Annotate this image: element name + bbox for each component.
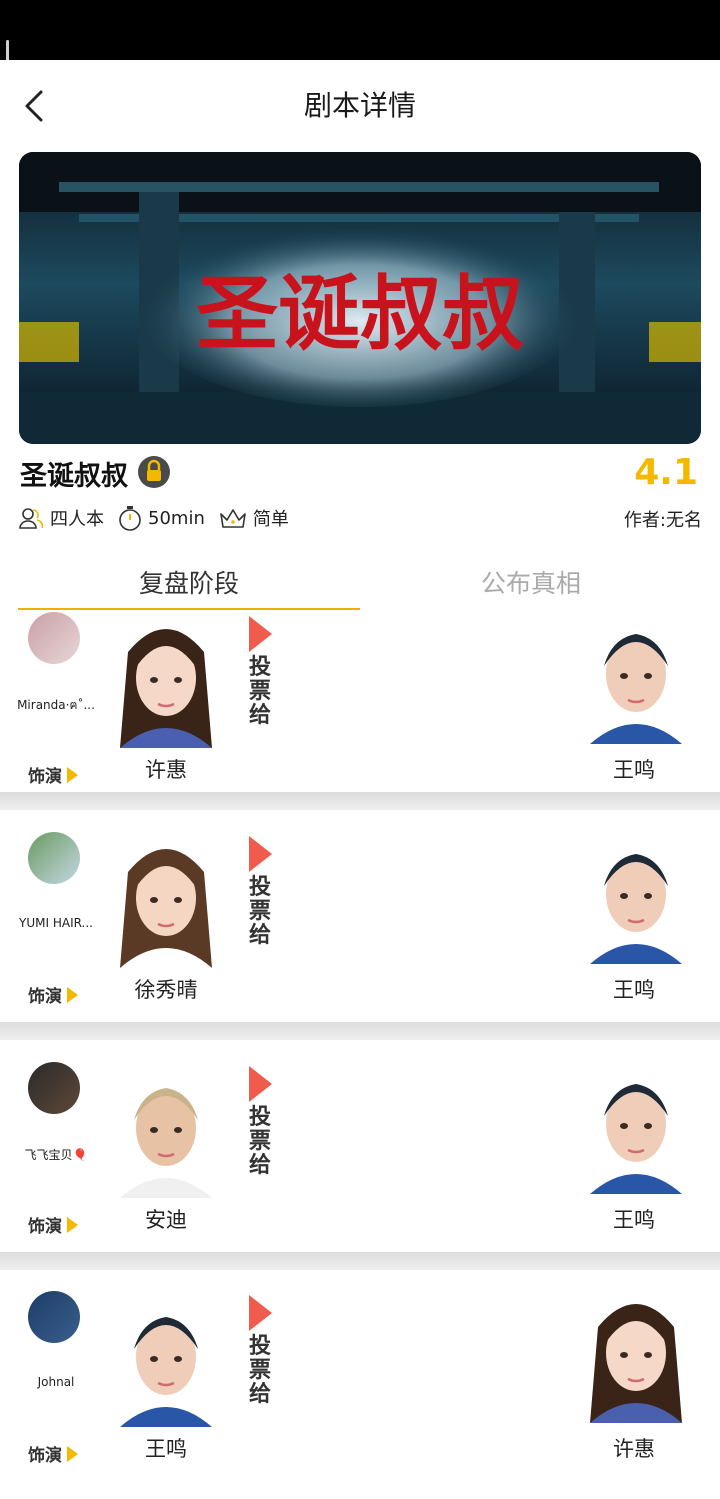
voted-character-image: [590, 1304, 682, 1423]
voted-character-portrait[interactable]: [564, 828, 704, 964]
plays-label: 饰演: [28, 982, 78, 1007]
duration-info: 50min: [118, 505, 205, 531]
vote-arrow-icon: [249, 616, 272, 652]
players-info: 四人本: [18, 505, 104, 531]
character-portrait[interactable]: [94, 612, 238, 748]
header: 剧本详情: [0, 60, 720, 150]
card-divider: [0, 792, 720, 810]
character-portrait-image: [120, 849, 212, 968]
rating: 4.1: [634, 452, 698, 493]
author: 作者:无名: [623, 510, 702, 531]
plays-text: 饰演: [28, 1217, 62, 1237]
duration-label: 50min: [148, 507, 205, 529]
character-portrait[interactable]: [94, 832, 238, 968]
plays-text: 饰演: [28, 767, 62, 787]
tab-active-indicator: [18, 608, 360, 610]
voted-character-portrait[interactable]: [564, 1058, 704, 1194]
plays-label: 饰演: [28, 1212, 78, 1237]
vote-to-label: 投票给: [248, 655, 271, 728]
character-portrait[interactable]: [94, 1291, 238, 1427]
vote-to-label: 投票给: [248, 1334, 271, 1407]
play-arrow-icon: [67, 1445, 78, 1462]
vote-to-label: 投票给: [248, 1105, 271, 1178]
character-portrait-image: [120, 629, 212, 748]
plays-text: 饰演: [28, 1446, 62, 1466]
crown-icon: [220, 509, 246, 528]
character-portrait-image: [120, 1088, 212, 1198]
character-name: 安迪: [145, 1208, 187, 1232]
character-portrait-image: [120, 1317, 212, 1427]
voted-character-image: [590, 854, 682, 964]
script-banner[interactable]: 圣诞叔叔: [19, 152, 701, 444]
plays-label: 饰演: [28, 1441, 78, 1466]
status-bar: [0, 0, 720, 60]
voted-character-name: 许惠: [613, 1437, 655, 1461]
difficulty-label: 简单: [252, 509, 289, 530]
plays-text: 饰演: [28, 987, 62, 1007]
player-avatar[interactable]: [28, 832, 80, 884]
vote-arrow-icon: [249, 1295, 272, 1331]
player-name: 飞飞宝贝🎈: [24, 1148, 88, 1162]
character-name: 徐秀晴: [134, 978, 198, 1002]
player-avatar[interactable]: [28, 1291, 80, 1343]
tab-reveal[interactable]: 公布真相: [360, 560, 702, 608]
character-name: 许惠: [145, 758, 187, 782]
vote-arrow-icon: [249, 836, 272, 872]
voted-character-portrait[interactable]: [564, 1287, 704, 1423]
tab-review[interactable]: 复盘阶段: [18, 560, 360, 608]
script-title: 圣诞叔叔: [20, 461, 128, 492]
page-title: 剧本详情: [303, 89, 416, 122]
players-label: 四人本: [50, 509, 104, 530]
lock-icon: [138, 456, 170, 488]
player-name: Johnal: [37, 1375, 75, 1389]
script-meta: 四人本 50min 简单 作者:无名: [18, 502, 702, 534]
difficulty-info: 简单: [219, 505, 289, 531]
player-avatar[interactable]: [28, 612, 80, 664]
voted-character-name: 王鸣: [613, 1208, 655, 1232]
character-portrait[interactable]: [94, 1062, 238, 1198]
plays-label: 饰演: [28, 762, 78, 787]
card-divider: [0, 1252, 720, 1270]
player-name: Miranda·ฅ˚...: [17, 698, 95, 712]
player-name: YUMI HAIR...: [19, 916, 93, 930]
vote-to-label: 投票给: [248, 875, 271, 948]
play-arrow-icon: [67, 766, 78, 783]
player-avatar[interactable]: [28, 1062, 80, 1114]
stopwatch-icon: [119, 506, 141, 531]
banner-title: 圣诞叔叔: [196, 266, 524, 362]
voted-character-image: [590, 1084, 682, 1194]
users-icon: [19, 508, 44, 529]
card-divider: [0, 1022, 720, 1040]
banner-image: 圣诞叔叔: [19, 152, 701, 444]
tab-bar: 复盘阶段 公布真相: [18, 560, 702, 612]
vote-arrow-icon: [249, 1066, 272, 1102]
play-arrow-icon: [67, 1216, 78, 1233]
voted-character-image: [590, 634, 682, 744]
character-name: 王鸣: [145, 1437, 187, 1461]
voted-character-name: 王鸣: [613, 758, 655, 782]
voted-character-name: 王鸣: [613, 978, 655, 1002]
play-arrow-icon: [67, 986, 78, 1003]
voted-character-portrait[interactable]: [564, 608, 704, 744]
